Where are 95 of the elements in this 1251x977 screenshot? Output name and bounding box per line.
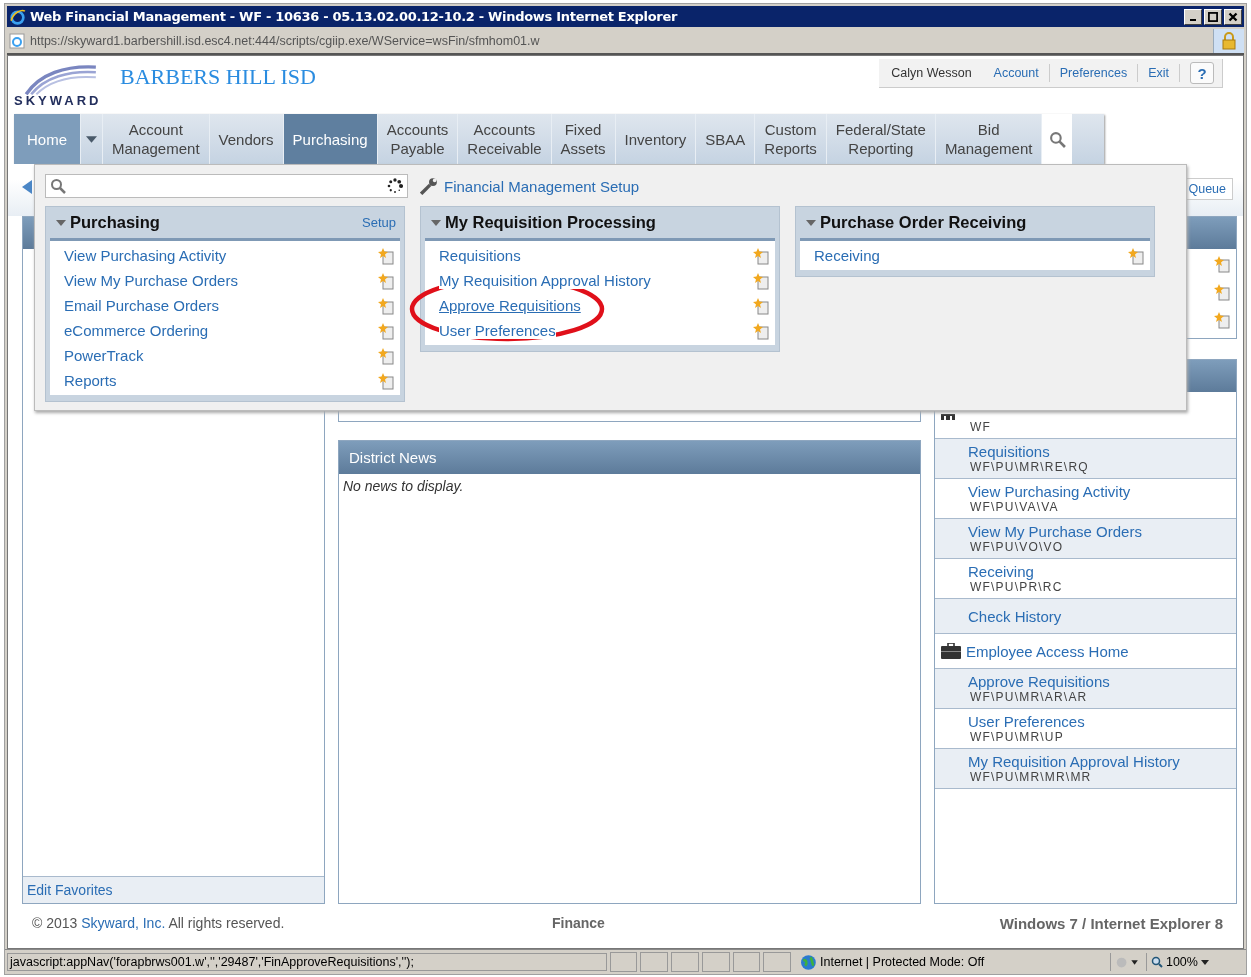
browser-logo-icon	[9, 8, 26, 25]
logo-text: SKYWARD	[14, 93, 102, 108]
document-star-icon[interactable]	[753, 321, 769, 340]
magnifier-icon	[1150, 956, 1163, 968]
document-star-icon[interactable]	[378, 296, 394, 315]
recent-item-link[interactable]: My Requisition Approval History	[968, 753, 1236, 770]
recent-item-link[interactable]: Requisitions	[968, 443, 1236, 460]
status-pane	[701, 952, 730, 972]
security-zone-text: Internet | Protected Mode: Off	[820, 955, 986, 969]
wrench-icon	[420, 177, 438, 195]
recent-item-link[interactable]: View My Purchase Orders	[968, 523, 1236, 540]
menu-item-link[interactable]: Receiving	[814, 247, 880, 264]
menu-code: WF\PU\MR\AR\AR	[970, 690, 1089, 704]
user-name: Calyn Wesson	[890, 66, 973, 80]
document-star-icon[interactable]	[378, 371, 394, 390]
document-star-icon[interactable]	[378, 246, 394, 265]
recent-item-link[interactable]: User Preferences	[968, 713, 1236, 730]
collapse-caret-icon[interactable]	[56, 219, 66, 226]
minimize-button[interactable]	[1184, 8, 1202, 25]
search-button[interactable]	[1042, 114, 1073, 164]
platform-text: Windows 7 / Internet Explorer 8	[999, 914, 1223, 932]
menu-code: WF	[970, 420, 993, 434]
group-title: Purchasing	[70, 213, 160, 232]
maximize-button[interactable]	[1204, 8, 1222, 25]
search-icon	[50, 178, 66, 194]
group-title: My Requisition Processing	[445, 213, 656, 232]
document-star-icon[interactable]	[1214, 311, 1230, 329]
document-star-icon[interactable]	[753, 296, 769, 315]
status-text: javascript:appNav('forapbrws001.w','','29487','FinApproveRequisitions','');	[7, 953, 607, 971]
zoom-button[interactable]: 100%	[1145, 953, 1245, 971]
caret-icon	[86, 135, 97, 143]
recent-item-link[interactable]: Approve Requisitions	[968, 673, 1236, 690]
search-icon	[1048, 130, 1066, 148]
document-star-icon[interactable]	[1128, 246, 1144, 265]
header-link[interactable]: Account	[983, 64, 1050, 82]
company-link[interactable]: Skyward, Inc.	[81, 915, 166, 931]
empty-message: No news to display.	[342, 477, 465, 496]
status-pane	[763, 952, 792, 972]
padlock-icon	[1221, 32, 1237, 50]
group-title: Purchase Order Receiving	[820, 213, 1027, 232]
copyright-text: © 2013 Skyward, Inc. All rights reserved.	[32, 915, 286, 931]
window-title: Web Financial Management - WF - 10636 - 05.13.02.00.12-10.2 - Windows Internet Explorer	[30, 9, 679, 24]
maximize-icon	[1205, 9, 1221, 24]
document-star-icon[interactable]	[378, 321, 394, 340]
status-pane	[671, 952, 699, 972]
collapse-caret-icon[interactable]	[431, 219, 441, 226]
menu-code: WF\PU\MR\UP	[970, 730, 1065, 744]
header-link[interactable]: Exit	[1138, 64, 1180, 82]
document-star-icon[interactable]	[378, 271, 394, 290]
loading-spinner-icon	[387, 178, 403, 194]
menu-code: WF\PU\VA\VA	[970, 500, 1060, 514]
status-pane	[609, 952, 638, 972]
document-star-icon[interactable]	[753, 271, 769, 290]
nav-tab[interactable]: Home	[14, 114, 81, 164]
menu-item-link[interactable]: View Purchasing Activity	[64, 247, 227, 264]
setup-link[interactable]: Financial Management Setup	[444, 177, 640, 195]
status-pane	[640, 952, 669, 972]
menu-code: WF\PU\PR\RC	[970, 580, 1064, 594]
document-star-icon[interactable]	[753, 246, 769, 265]
menu-item-link[interactable]: Requisitions	[439, 247, 521, 264]
document-star-icon[interactable]	[1214, 283, 1230, 301]
page-icon	[9, 33, 25, 49]
caret-icon	[1200, 959, 1209, 965]
menu-item-link[interactable]: My Requisition Approval History	[439, 272, 651, 289]
menu-search-field[interactable]	[45, 174, 408, 198]
menu-item-link[interactable]: Approve Requisitions	[439, 297, 581, 314]
help-button[interactable]: ?	[1190, 62, 1214, 84]
news-title: District News	[339, 441, 920, 474]
menu-code: WF\PU\MR\RE\RQ	[970, 460, 1090, 474]
minimize-icon	[1190, 18, 1196, 21]
menu-item-link[interactable]: View My Purchase Orders	[64, 272, 238, 289]
section-link[interactable]: Employee Access Home	[966, 642, 1129, 660]
collapse-caret-icon[interactable]	[806, 219, 816, 226]
globe-icon	[800, 953, 817, 971]
menu-code: WF\PU\VO\VO	[970, 540, 1065, 554]
header-link[interactable]: Preferences	[1049, 64, 1139, 82]
district-name: BARBERS HILL ISD	[120, 64, 316, 90]
menu-item-link[interactable]: User Preferences	[439, 322, 556, 339]
edit-favorites-link[interactable]: Edit Favorites	[23, 876, 324, 903]
document-star-icon[interactable]	[378, 346, 394, 365]
document-star-icon[interactable]	[1214, 255, 1230, 273]
close-button[interactable]	[1224, 8, 1242, 25]
menu-item-link[interactable]: PowerTrack	[64, 347, 144, 364]
module-name: Finance	[552, 915, 605, 931]
recent-item-link[interactable]: Receiving	[968, 563, 1236, 580]
url-text: https://skyward1.barbershill.isd.esc4.net:444/scripts/cgiip.exe/WService=wsFin/sfmhom01.w	[30, 34, 541, 48]
menu-code: WF\PU\MR\MR\MR	[970, 770, 1093, 784]
status-pane	[732, 952, 761, 972]
nav-tab[interactable]: Purchasing	[283, 114, 378, 164]
menu-item-link[interactable]: Email Purchase Orders	[64, 297, 220, 314]
recent-item-link[interactable]: View Purchasing Activity	[968, 483, 1236, 500]
briefcase-icon	[941, 643, 961, 659]
collapse-arrow-icon[interactable]	[22, 180, 32, 194]
setup-link[interactable]: Setup	[362, 215, 396, 230]
menu-item-link[interactable]: eCommerce Ordering	[64, 322, 209, 339]
